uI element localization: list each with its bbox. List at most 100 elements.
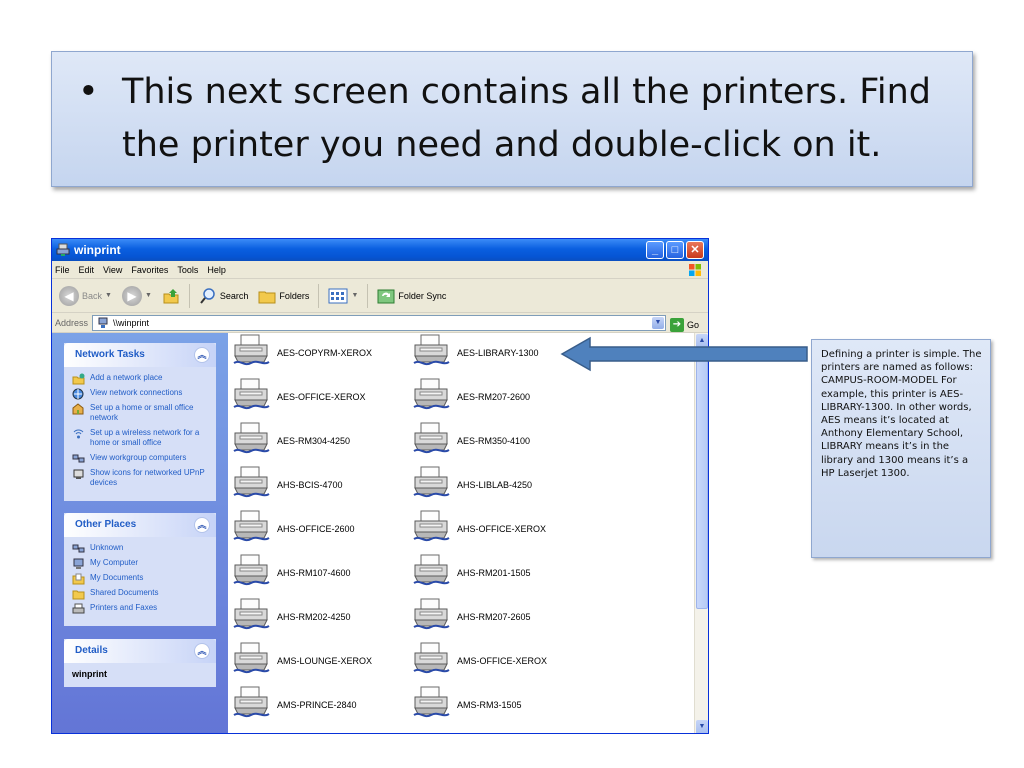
printer-name: AHS-RM202-4250 xyxy=(277,611,351,622)
printer-item[interactable]: AHS-BCIS-4700 xyxy=(232,465,343,504)
printer-icon xyxy=(232,553,270,592)
address-bar: Address \\winprint ▼ ➔ Go xyxy=(52,313,708,333)
printer-item[interactable]: AES-OFFICE-XEROX xyxy=(232,377,366,416)
printer-item[interactable]: AHS-OFFICE-XEROX xyxy=(412,509,546,548)
collapse-chevron-icon[interactable]: ︽ xyxy=(194,517,210,533)
go-label: Go xyxy=(687,320,700,330)
title-bar[interactable]: winprint _ □ ✕ xyxy=(52,239,708,261)
go-button[interactable]: ➔ Go xyxy=(670,315,699,335)
chevron-down-icon: ▼ xyxy=(105,292,112,299)
printer-item[interactable]: AHS-RM207-2605 xyxy=(412,597,531,636)
printer-item[interactable]: AES-RM304-4250 xyxy=(232,421,350,460)
my-documents-icon xyxy=(72,573,85,585)
place-my-computer[interactable]: My Computer xyxy=(72,558,208,569)
other-places-title: Other Places xyxy=(75,519,137,530)
minimize-button[interactable]: _ xyxy=(646,241,664,259)
task-setup-wireless-network[interactable]: Set up a wireless network for a home or … xyxy=(72,428,208,448)
up-folder-icon xyxy=(163,288,179,303)
add-network-place-icon xyxy=(72,373,85,385)
printer-item[interactable]: AMS-OFFICE-XEROX xyxy=(412,641,547,680)
slide-bullet-item: • This next screen contains all the prin… xyxy=(74,66,960,172)
printer-item[interactable]: AHS-RM107-4600 xyxy=(232,553,351,592)
left-pointing-arrow-icon xyxy=(560,336,808,372)
maximize-button[interactable]: □ xyxy=(666,241,684,259)
details-title: Details xyxy=(75,645,108,656)
place-shared-documents[interactable]: Shared Documents xyxy=(72,588,208,600)
task-add-network-place[interactable]: Add a network place xyxy=(72,373,208,385)
printer-item[interactable]: AHS-OFFICE-2600 xyxy=(232,509,355,548)
search-button[interactable]: Search xyxy=(196,283,252,309)
details-item-name: winprint xyxy=(72,669,107,679)
task-label: Set up a home or small office network xyxy=(90,403,194,422)
search-icon xyxy=(200,287,215,304)
network-tasks-header[interactable]: Network Tasks ︽ xyxy=(64,343,216,367)
place-printers-and-faxes[interactable]: Printers and Faxes xyxy=(72,603,208,614)
home-network-icon xyxy=(72,403,84,415)
details-header[interactable]: Details ︽ xyxy=(64,639,216,663)
printers-faxes-icon xyxy=(72,603,85,614)
workgroup-computers-icon xyxy=(72,454,85,463)
address-input[interactable]: \\winprint ▼ xyxy=(92,315,666,331)
printer-item[interactable]: AHS-LIBLAB-4250 xyxy=(412,465,532,504)
task-setup-home-network[interactable]: Set up a home or small office network xyxy=(72,403,208,423)
scroll-thumb[interactable] xyxy=(696,349,708,609)
printer-name: AHS-RM107-4600 xyxy=(277,567,351,578)
printer-icon xyxy=(412,377,450,416)
task-show-upnp[interactable]: Show icons for networked UPnP devices xyxy=(72,468,208,488)
menu-favorites[interactable]: Favorites xyxy=(131,261,168,278)
printer-item[interactable]: AMS-LOUNGE-XEROX xyxy=(232,641,372,680)
address-dropdown-icon[interactable]: ▼ xyxy=(652,317,664,329)
printer-item[interactable]: AES-LIBRARY-1300 xyxy=(412,333,539,372)
printer-item[interactable]: AES-RM207-2600 xyxy=(412,377,530,416)
menu-help[interactable]: Help xyxy=(207,261,226,278)
my-computer-icon xyxy=(73,558,84,569)
printer-item[interactable]: AHS-RM201-1505 xyxy=(412,553,531,592)
printer-icon xyxy=(412,333,450,372)
other-places-panel: Other Places ︽ Unknown My Computer My Do… xyxy=(64,513,216,626)
other-places-header[interactable]: Other Places ︽ xyxy=(64,513,216,537)
menu-file[interactable]: File xyxy=(55,261,70,278)
printer-name: AHS-BCIS-4700 xyxy=(277,479,343,490)
menu-edit[interactable]: Edit xyxy=(79,261,95,278)
place-label: Shared Documents xyxy=(90,588,159,597)
folder-sync-icon xyxy=(377,289,395,303)
task-label: Set up a wireless network for a home or … xyxy=(90,428,200,447)
collapse-chevron-icon[interactable]: ︽ xyxy=(194,347,210,363)
back-button[interactable]: ◀ Back ▼ xyxy=(56,283,115,309)
slide-text-box: • This next screen contains all the prin… xyxy=(51,51,973,187)
callout-box: Defining a printer is simple. The printe… xyxy=(811,339,991,558)
wireless-network-icon xyxy=(73,429,84,439)
scroll-down-icon[interactable]: ▼ xyxy=(696,720,708,733)
task-view-network-connections[interactable]: View network connections xyxy=(72,388,208,400)
printer-item[interactable]: AHS-RM202-4250 xyxy=(232,597,351,636)
forward-arrow-icon: ▶ xyxy=(121,285,142,306)
vertical-scrollbar[interactable]: ▲ ▼ xyxy=(694,333,708,733)
up-folder-button[interactable] xyxy=(159,283,183,309)
printer-name: AHS-OFFICE-XEROX xyxy=(457,523,547,534)
printer-icon xyxy=(412,597,450,636)
collapse-chevron-icon[interactable]: ︽ xyxy=(194,643,210,659)
printer-icon xyxy=(232,597,270,636)
close-button[interactable]: ✕ xyxy=(686,241,704,259)
toolbar: ◀ Back ▼ ▶ ▼ Search Folders ▼ Folder Syn… xyxy=(52,279,708,313)
printer-item[interactable]: AMS-RM3-1505 xyxy=(412,685,522,724)
chevron-down-icon: ▼ xyxy=(144,292,152,299)
views-grid-icon xyxy=(328,288,348,303)
printer-item[interactable]: AES-COPYRM-XEROX xyxy=(232,333,372,372)
place-my-documents[interactable]: My Documents xyxy=(72,573,208,585)
folder-sync-button[interactable]: Folder Sync xyxy=(374,283,449,309)
views-button[interactable]: ▼ xyxy=(325,283,361,309)
task-view-workgroup[interactable]: View workgroup computers xyxy=(72,453,208,463)
menu-view[interactable]: View xyxy=(103,261,122,278)
menu-tools[interactable]: Tools xyxy=(177,261,198,278)
printer-name: AHS-RM207-2605 xyxy=(457,611,531,622)
printer-name: AMS-LOUNGE-XEROX xyxy=(277,655,373,666)
folders-button[interactable]: Folders xyxy=(255,283,312,309)
printer-item[interactable]: AES-RM350-4100 xyxy=(412,421,530,460)
printer-item[interactable]: AMS-PRINCE-2840 xyxy=(232,685,357,724)
place-unknown[interactable]: Unknown xyxy=(72,543,208,553)
printer-icon xyxy=(412,465,450,504)
folder-sync-label: Folder Sync xyxy=(398,290,447,301)
forward-button[interactable]: ▶ ▼ xyxy=(119,283,155,309)
back-arrow-icon: ◀ xyxy=(59,285,79,306)
